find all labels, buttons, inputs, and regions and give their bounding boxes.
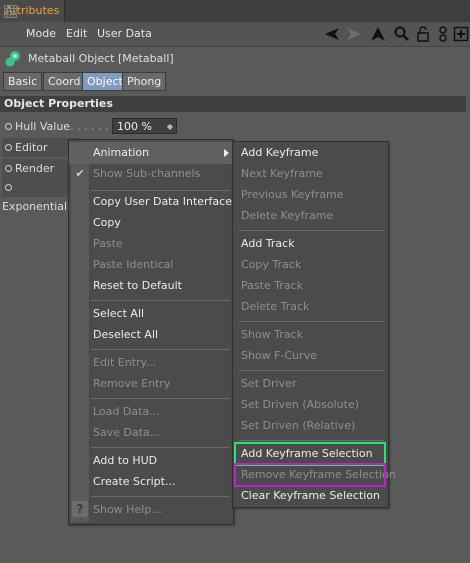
lock-icon[interactable] [414,26,432,42]
submenu-item-next-keyframe[interactable]: Next Keyframe [241,163,323,184]
menu-item-copy-udi[interactable]: Copy User Data Interface [93,191,232,212]
menu-item-add-to-hud[interactable]: Add to HUD [93,450,157,471]
menu-item-show-subchannels[interactable]: Show Sub-channels [93,163,200,184]
submenu-item-delete-track[interactable]: Delete Track [241,296,309,317]
menu-gutter [71,142,89,522]
highlight-box-purple [234,463,386,487]
menu-item-remove-entry[interactable]: Remove Entry [93,373,170,394]
menu-item-paste[interactable]: Paste [93,233,123,254]
context-menu: Animation ✔ Show Sub-channels Copy User … [68,139,234,525]
submenu-item-add-track[interactable]: Add Track [241,233,295,254]
submenu-item-add-keyframe[interactable]: Add Keyframe [241,142,318,163]
object-title: Metaball Object [Metaball] [28,52,174,65]
grip-icon[interactable] [4,5,17,18]
subtab-phong[interactable]: Phong [122,72,167,91]
submenu-item-paste-track[interactable]: Paste Track [241,275,303,296]
menu-item-reset-default[interactable]: Reset to Default [93,275,182,296]
keyframe-dot-icon[interactable] [5,165,12,172]
menu-separator [239,230,384,231]
subtab-object[interactable]: Object [82,72,128,91]
menu-item-show-help[interactable]: Show Help... [93,499,162,520]
property-render-sub[interactable]: Render Sub [2,159,78,194]
menu-mode[interactable]: Mode [26,22,56,46]
submenu-item-delete-keyframe[interactable]: Delete Keyframe [241,205,333,226]
menu-item-create-script[interactable]: Create Script... [93,471,175,492]
menu-separator [239,370,384,371]
menu-item-save-data[interactable]: Save Data... [93,422,160,443]
menu-separator [91,447,229,448]
metaball-icon [4,50,22,68]
menu-separator [91,300,229,301]
subtab-basic[interactable]: Basic [3,72,43,91]
back-arrow-icon[interactable] [323,26,341,42]
search-icon[interactable] [393,26,411,42]
tab-bar [0,0,470,22]
submenu-item-show-track[interactable]: Show Track [241,324,303,345]
menu-separator [91,398,229,399]
forward-arrow-icon[interactable] [345,26,363,42]
property-exponential[interactable]: Exponential [2,178,78,213]
keyframe-dot-icon[interactable] [5,123,12,130]
submenu-item-set-driven-absolute[interactable]: Set Driven (Absolute) [241,394,359,415]
menu-item-load-data[interactable]: Load Data... [93,401,160,422]
menu-item-select-all[interactable]: Select All [93,303,144,324]
submenu-item-previous-keyframe[interactable]: Previous Keyframe [241,184,344,205]
menu-edit[interactable]: Edit [66,22,87,46]
menu-item-copy[interactable]: Copy [93,212,121,233]
menu-item-deselect-all[interactable]: Deselect All [93,324,158,345]
hull-value-field[interactable]: 100 % ◆ [112,118,177,134]
hull-value-label: Hull Value [15,120,71,133]
up-arrow-icon[interactable] [369,26,387,42]
stepper-icon[interactable]: ◆ [167,119,173,135]
menu-item-edit-entry[interactable]: Edit Entry... [93,352,156,373]
new-panel-icon[interactable] [452,26,470,42]
submenu-item-copy-track[interactable]: Copy Track [241,254,301,275]
menu-separator [239,321,384,322]
menu-separator [239,440,384,441]
menu-item-animation[interactable]: Animation [93,142,149,163]
menu-user-data[interactable]: User Data [97,22,152,46]
property-editor-subd[interactable]: Editor Subd [2,138,78,173]
property-hull-value[interactable]: Hull Value. . . . . . . . [2,117,110,152]
menu-item-paste-identical[interactable]: Paste Identical [93,254,173,275]
menu-separator [91,349,229,350]
submenu-item-set-driver[interactable]: Set Driver [241,373,296,394]
keyframe-dot-icon[interactable] [5,184,12,191]
hull-value-text: 100 % [117,120,152,133]
submenu-item-show-fcurve[interactable]: Show F-Curve [241,345,317,366]
checkmark-icon: ✔ [75,167,85,180]
submenu-arrow-icon [224,149,229,157]
link-icon[interactable] [434,26,452,42]
help-icon: ? [72,501,88,517]
exponential-label: Exponential [2,200,68,213]
section-object-properties: Object Properties [0,96,466,112]
menu-separator [91,496,229,497]
submenu-item-clear-keyframe-selection[interactable]: Clear Keyframe Selection [241,485,380,506]
submenu-item-set-driven-relative[interactable]: Set Driven (Relative) [241,415,355,436]
keyframe-dot-icon[interactable] [5,144,12,151]
